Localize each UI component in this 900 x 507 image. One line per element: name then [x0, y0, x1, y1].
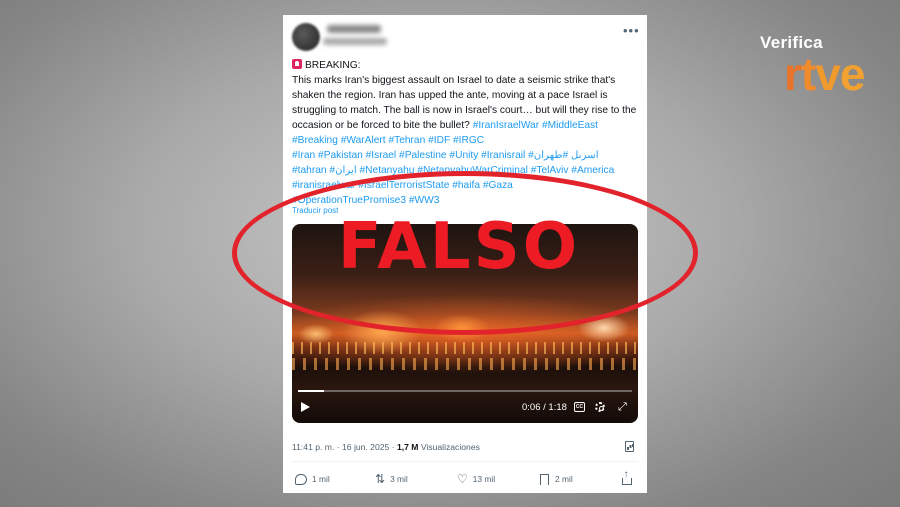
- video-time: 0:06 / 1:18: [522, 402, 567, 413]
- share-button[interactable]: [622, 469, 632, 486]
- repost-count: 3 mil: [390, 474, 408, 484]
- like-button[interactable]: ♡ 13 mil: [457, 472, 495, 486]
- tweet-metadata: 11:41 p. m. · 16 jun. 2025 · 1,7 M Visua…: [292, 442, 480, 452]
- falso-stamp: FALSO: [337, 210, 581, 284]
- video-frame-water-reflection: [292, 358, 638, 370]
- play-icon[interactable]: [301, 402, 310, 412]
- gear-icon[interactable]: [595, 402, 605, 412]
- rtve-letter-t: t: [800, 48, 816, 100]
- blurred-username[interactable]: [323, 38, 387, 45]
- rtve-letter-r: r: [784, 48, 802, 100]
- views-count: 1,7 M: [396, 442, 419, 452]
- views-label: Visualizaciones: [418, 442, 480, 452]
- video-progress-fill: [298, 390, 324, 392]
- video-frame-city-lights: [292, 342, 638, 354]
- bookmark-button[interactable]: 2 mil: [540, 472, 573, 486]
- inline-hashtags[interactable]: #IranIsraelWar #MiddleEast: [473, 120, 598, 131]
- rtve-letter-e: e: [839, 48, 866, 100]
- bookmark-icon: [540, 473, 549, 485]
- breaking-label: BREAKING:: [305, 60, 361, 71]
- like-count: 13 mil: [472, 474, 496, 484]
- tweet-timestamp[interactable]: 11:41 p. m. · 16 jun. 2025 ·: [292, 442, 397, 452]
- fullscreen-icon[interactable]: ⤢: [618, 402, 627, 413]
- hashtag-line[interactable]: #Iran #Pakistan #Israel #Palestine #Unit…: [292, 148, 640, 163]
- repost-icon: ⇅: [375, 472, 386, 486]
- divider: [292, 461, 638, 462]
- video-progress-bar[interactable]: [298, 390, 632, 392]
- verifica-rtve-logo: Verifica rtve: [760, 33, 870, 103]
- more-options-icon[interactable]: •••: [623, 23, 640, 38]
- reply-count: 1 mil: [312, 474, 330, 484]
- analytics-icon[interactable]: [625, 441, 634, 452]
- tweet-paragraph: This marks Iran's biggest assault on Isr…: [292, 73, 640, 133]
- share-icon: [622, 469, 632, 485]
- breaking-line: BREAKING:: [292, 58, 640, 73]
- siren-icon: [292, 59, 302, 69]
- reply-icon: [295, 473, 307, 485]
- blurred-display-name[interactable]: [327, 25, 381, 33]
- captions-icon[interactable]: CC: [574, 402, 585, 412]
- heart-icon: ♡: [457, 472, 468, 486]
- reply-button[interactable]: 1 mil: [295, 472, 330, 486]
- rtve-wordmark: rtve: [784, 48, 866, 100]
- rtve-letter-v: v: [815, 48, 841, 100]
- hashtag-line[interactable]: #Breaking #WarAlert #Tehran #IDF #IRGC: [292, 133, 640, 148]
- repost-button[interactable]: ⇅ 3 mil: [375, 472, 408, 486]
- bookmark-count: 2 mil: [555, 474, 573, 484]
- avatar[interactable]: [292, 23, 320, 51]
